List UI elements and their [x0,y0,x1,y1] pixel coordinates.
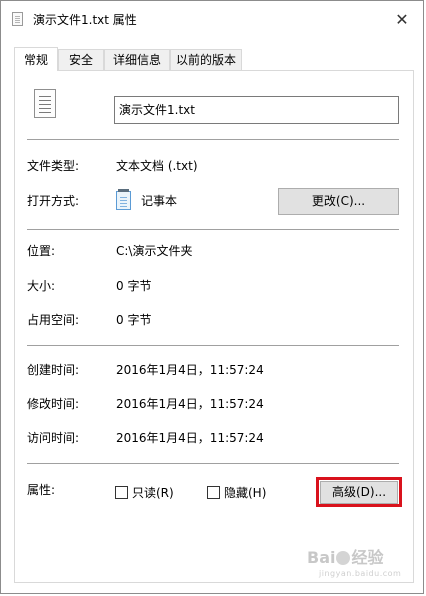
file-type-value: 文本文档 (.txt) [116,159,198,173]
modified-label: 修改时间: [27,397,80,411]
paw-icon [336,551,351,565]
size-label: 大小: [27,279,56,293]
title-bar[interactable]: 演示文件1.txt 属性 ✕ [1,1,423,39]
text-file-icon [12,12,23,26]
highlight-box [316,477,402,507]
size-on-disk-label: 占用空间: [27,313,80,327]
tab-previous-versions[interactable]: 以前的版本 [170,49,242,70]
accessed-value: 2016年1月4日，11:57:24 [116,431,264,445]
created-value: 2016年1月4日，11:57:24 [116,363,264,377]
file-type-label: 文件类型: [27,159,80,173]
tab-general[interactable]: 常规 [14,47,58,71]
hidden-label[interactable]: 隐藏(H) [224,485,266,501]
watermark-brand-end: 经验 [351,548,384,567]
watermark-brand: Bai [307,548,336,567]
notepad-icon [116,189,131,210]
separator [27,139,399,140]
file-name-input[interactable]: 演示文件1.txt [114,96,399,124]
size-on-disk-value: 0 字节 [116,313,152,327]
window-title: 演示文件1.txt 属性 [33,13,137,27]
modified-value: 2016年1月4日，11:57:24 [116,397,264,411]
tab-details[interactable]: 详细信息 [104,49,170,70]
change-button[interactable]: 更改(C)... [278,188,399,215]
location-label: 位置: [27,244,56,258]
general-panel: 演示文件1.txt 文件类型: 文本文档 (.txt) 打开方式: 记事本 更改… [14,70,414,583]
opens-with-value: 记事本 [141,194,178,208]
location-value: C:\演示文件夹 [116,244,193,258]
separator [27,463,399,464]
created-label: 创建时间: [27,363,80,377]
properties-window: 演示文件1.txt 属性 ✕ 常规 安全 详细信息 以前的版本 演示文件1.tx… [0,0,424,594]
attributes-label: 属性: [27,483,56,497]
readonly-checkbox[interactable] [115,486,128,499]
document-icon [34,89,56,118]
size-value: 0 字节 [116,279,152,293]
hidden-checkbox[interactable] [207,486,220,499]
watermark-url: jingyan.baidu.com [319,569,402,578]
watermark: Bai 经验 jingyan.baidu.com [307,548,419,582]
separator [27,345,399,346]
readonly-label[interactable]: 只读(R) [132,485,174,501]
opens-with-label: 打开方式: [27,194,80,208]
close-button[interactable]: ✕ [387,5,417,35]
separator [27,229,399,230]
tab-security[interactable]: 安全 [58,49,104,70]
accessed-label: 访问时间: [27,431,80,445]
